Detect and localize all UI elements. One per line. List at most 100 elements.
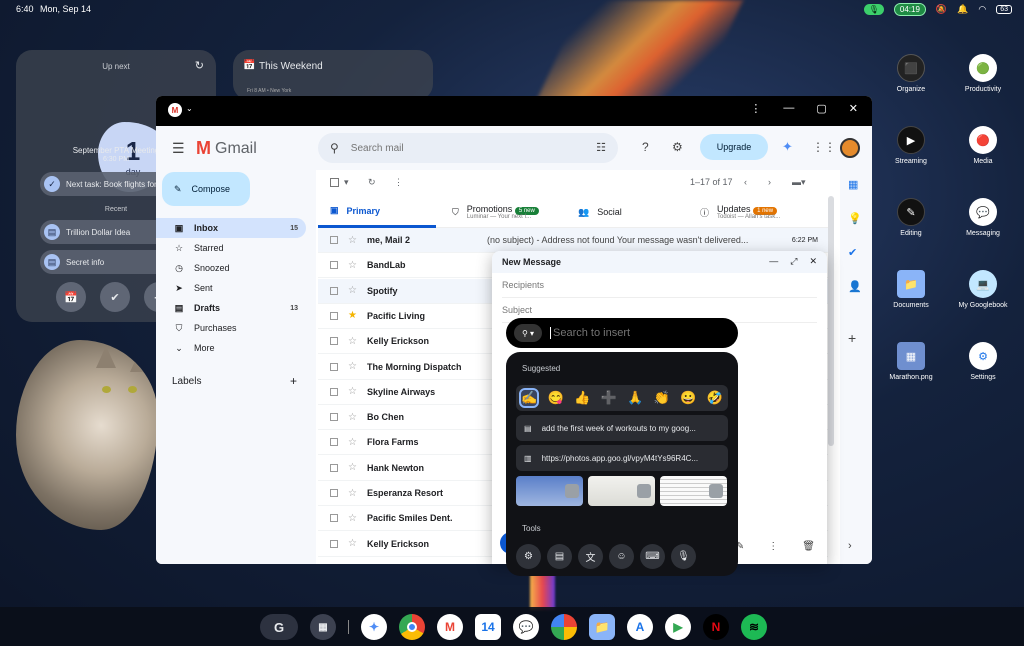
prev-page-icon[interactable]: ‹ bbox=[744, 177, 747, 187]
recent-item[interactable]: ▤ Trillion Dollar Idea bbox=[40, 220, 174, 244]
search-bar[interactable]: ⚲ ☷ bbox=[318, 133, 618, 163]
emoji-option[interactable]: 😀 bbox=[680, 390, 696, 406]
chevron-right-icon[interactable]: › bbox=[848, 540, 852, 552]
app-organize[interactable]: ⬛ Organize bbox=[876, 54, 946, 93]
row-checkbox[interactable] bbox=[330, 413, 338, 422]
new-message-header[interactable]: New Message — ⤢ ✕ bbox=[492, 251, 827, 273]
row-checkbox[interactable] bbox=[330, 489, 338, 497]
row-checkbox[interactable] bbox=[330, 514, 338, 523]
minimize-icon[interactable]: — bbox=[783, 102, 794, 115]
more-options-icon[interactable]: ⋮ bbox=[768, 541, 778, 552]
star-icon[interactable]: ★ bbox=[348, 310, 357, 321]
emoji-option[interactable]: ✍ bbox=[519, 388, 540, 408]
image-thumbnail[interactable] bbox=[516, 476, 583, 506]
help-icon[interactable]: ? bbox=[642, 140, 649, 154]
gmail-logo[interactable]: M Gmail bbox=[196, 138, 257, 159]
star-icon[interactable]: ☆ bbox=[348, 361, 357, 372]
row-checkbox[interactable] bbox=[330, 463, 338, 472]
maximize-icon[interactable]: ▢ bbox=[816, 102, 826, 115]
window-menu-icon[interactable]: ⋮ bbox=[750, 102, 761, 115]
calendar-icon[interactable]: 14 bbox=[475, 614, 501, 640]
gemini-icon[interactable]: ✦ bbox=[361, 614, 387, 640]
input-tools-icon[interactable]: ▬▾ bbox=[792, 177, 806, 188]
file-marathon[interactable]: ▦ Marathon.png bbox=[876, 342, 946, 381]
star-icon[interactable]: ☆ bbox=[348, 437, 357, 448]
app-productivity[interactable]: 🟢 Productivity bbox=[948, 54, 1018, 93]
chevron-down-icon[interactable]: ▾ bbox=[344, 177, 349, 188]
search-icon[interactable]: ⚲ bbox=[330, 141, 339, 155]
launcher-button[interactable]: G bbox=[260, 614, 298, 640]
star-icon[interactable]: ☆ bbox=[348, 513, 357, 524]
cat-photo[interactable] bbox=[16, 340, 158, 530]
suggestion-item[interactable]: ▥ https://photos.app.goo.gl/vpyM4tYs96R4… bbox=[516, 445, 728, 471]
close-icon[interactable]: ✕ bbox=[849, 102, 858, 115]
recent-item[interactable]: ▤ Secret info bbox=[40, 250, 174, 274]
app-settings[interactable]: ⚙ Settings bbox=[948, 342, 1018, 381]
star-icon[interactable]: ☆ bbox=[348, 336, 357, 347]
gear-icon[interactable]: ⚙ bbox=[672, 140, 683, 154]
chevron-down-icon[interactable]: ⌄ bbox=[186, 104, 193, 113]
star-icon[interactable]: ☆ bbox=[348, 462, 357, 473]
avatar[interactable] bbox=[840, 138, 860, 158]
expand-icon[interactable]: ⤢ bbox=[790, 256, 797, 267]
dnd-icon[interactable]: 🔕 bbox=[936, 4, 947, 15]
spotify-icon[interactable]: ≋ bbox=[741, 614, 767, 640]
keyboard-icon[interactable]: ⌨ bbox=[640, 544, 665, 569]
close-icon[interactable]: ✕ bbox=[809, 256, 817, 267]
docs-icon[interactable]: A bbox=[627, 614, 653, 640]
translate-icon[interactable]: 文 bbox=[578, 544, 603, 569]
emoji-option[interactable]: 🙏 bbox=[627, 390, 643, 406]
add-addon-icon[interactable]: + bbox=[848, 330, 856, 346]
star-icon[interactable]: ☆ bbox=[348, 386, 357, 397]
next-page-icon[interactable]: › bbox=[768, 177, 771, 187]
tab-primary[interactable]: ▣ Primary bbox=[318, 196, 436, 228]
clock[interactable]: 6:40 bbox=[16, 4, 34, 14]
wifi-icon[interactable]: ◠ bbox=[978, 4, 986, 15]
menu-icon[interactable]: ☰ bbox=[172, 140, 185, 157]
tab-updates[interactable]: ⓘ Updates 1 new Todoist — Allan's task..… bbox=[700, 196, 780, 228]
apps-grid-icon[interactable]: ⋮⋮ bbox=[812, 140, 836, 154]
table-row[interactable]: ☆ me, Mail 2 (no subject) - Address not fo… bbox=[318, 228, 828, 253]
calendar-icon[interactable]: ▦ bbox=[848, 178, 858, 191]
search-input[interactable] bbox=[350, 142, 571, 154]
row-checkbox[interactable] bbox=[330, 337, 338, 346]
app-streaming[interactable]: ▶ Streaming bbox=[876, 126, 946, 165]
add-event-icon[interactable]: 📅 bbox=[56, 282, 86, 312]
app-editing[interactable]: ✎ Editing bbox=[876, 198, 946, 237]
refresh-icon[interactable]: ↻ bbox=[195, 59, 204, 72]
gear-icon[interactable]: ⚙ bbox=[516, 544, 541, 569]
emoji-icon[interactable]: ☺ bbox=[609, 544, 634, 569]
app-my-googlebook[interactable]: 💻 My Googlebook bbox=[948, 270, 1018, 309]
sidebar-item-starred[interactable]: ☆ Starred bbox=[156, 238, 306, 258]
add-label-icon[interactable]: + bbox=[290, 374, 297, 388]
sidebar-item-snoozed[interactable]: ◷ Snoozed bbox=[156, 258, 306, 278]
calculator-icon[interactable]: ▦ bbox=[310, 614, 336, 640]
emoji-option[interactable]: ➕ bbox=[601, 390, 617, 406]
play-store-icon[interactable]: ▶ bbox=[665, 614, 691, 640]
row-checkbox[interactable] bbox=[330, 311, 338, 320]
minimize-icon[interactable]: — bbox=[769, 256, 778, 267]
tab-social[interactable]: 👥 Social bbox=[578, 196, 622, 228]
contacts-icon[interactable]: 👤 bbox=[848, 280, 862, 293]
image-thumbnail[interactable] bbox=[660, 476, 727, 506]
compose-button[interactable]: ✎ Compose bbox=[162, 172, 250, 206]
star-icon[interactable]: ☆ bbox=[348, 285, 357, 296]
notification-icon[interactable]: 🔔 bbox=[957, 4, 968, 15]
row-checkbox[interactable] bbox=[330, 387, 338, 396]
row-checkbox[interactable] bbox=[330, 362, 338, 371]
upgrade-button[interactable]: Upgrade bbox=[700, 134, 768, 160]
chrome-icon[interactable] bbox=[399, 614, 425, 640]
battery-icon[interactable]: 63 bbox=[996, 5, 1012, 14]
netflix-icon[interactable]: N bbox=[703, 614, 729, 640]
clipboard-icon[interactable]: ▤ bbox=[547, 544, 572, 569]
image-thumbnail[interactable] bbox=[588, 476, 655, 506]
emoji-option[interactable]: 😋 bbox=[548, 390, 564, 406]
next-task[interactable]: ✓ Next task: Book flights for NY bbox=[40, 172, 174, 196]
app-media[interactable]: 🔴 Media bbox=[948, 126, 1018, 165]
app-messaging[interactable]: 💬 Messaging bbox=[948, 198, 1018, 237]
search-icon[interactable]: ⚲ ▾ bbox=[514, 324, 542, 342]
star-icon[interactable]: ☆ bbox=[348, 235, 357, 246]
app-documents[interactable]: 📁 Documents bbox=[876, 270, 946, 309]
star-icon[interactable]: ☆ bbox=[348, 488, 357, 499]
select-all-checkbox[interactable] bbox=[330, 178, 339, 187]
